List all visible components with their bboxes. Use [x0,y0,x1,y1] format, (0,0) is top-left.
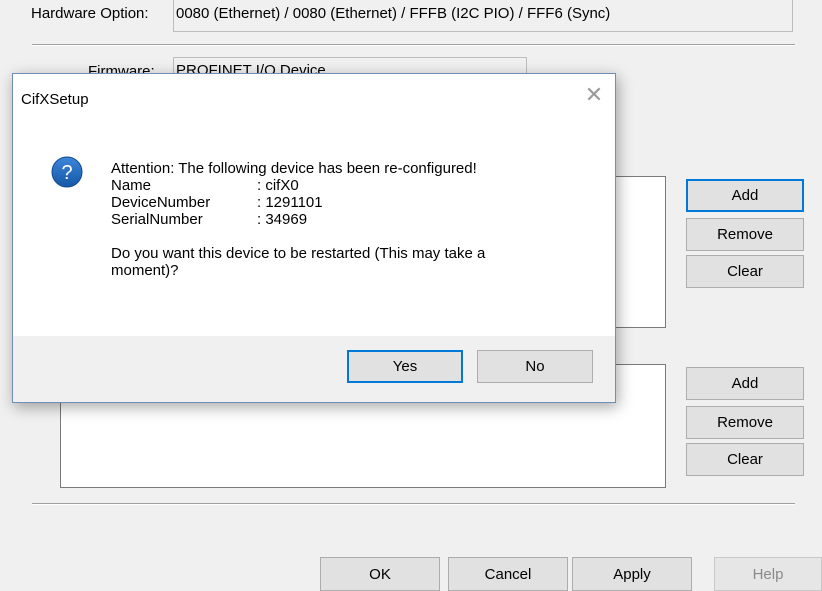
field-row-serialnumber: SerialNumber : 34969 [111,211,485,228]
field-value: : cifX0 [257,177,299,194]
hardware-option-label: Hardware Option: [31,5,149,22]
dialog-button-bar: Yes No [13,336,615,402]
field-row-name: Name : cifX0 [111,177,485,194]
message-dialog: CifXSetup ✕ ? Attention: The following d… [12,73,616,403]
field-key: SerialNumber [111,211,203,228]
hardware-option-field: 0080 (Ethernet) / 0080 (Ethernet) / FFFB… [173,0,793,32]
no-button[interactable]: No [477,350,593,383]
field-row-devicenumber: DeviceNumber : 1291101 [111,194,485,211]
field-value: : 34969 [257,211,308,228]
dialog-message: Attention: The following device has been… [111,160,485,279]
dialog-title: CifXSetup [21,91,89,108]
field-value: : 1291101 [257,194,323,211]
upper-remove-button[interactable]: Remove [686,218,804,251]
upper-add-button[interactable]: Add [686,179,804,212]
message-question-line2: moment)? [111,262,179,279]
ok-button[interactable]: OK [320,557,440,591]
cancel-button[interactable]: Cancel [448,557,568,591]
lower-remove-button[interactable]: Remove [686,406,804,439]
upper-clear-button[interactable]: Clear [686,255,804,288]
apply-button[interactable]: Apply [572,557,692,591]
lower-add-button[interactable]: Add [686,367,804,400]
lower-clear-button[interactable]: Clear [686,443,804,476]
yes-button[interactable]: Yes [347,350,463,383]
field-key: DeviceNumber [111,194,211,211]
help-button[interactable]: Help [714,557,822,591]
question-icon: ? [51,156,83,188]
separator-top [32,44,795,46]
message-question-line1: Do you want this device to be restarted … [111,245,486,262]
message-heading: Attention: The following device has been… [111,160,477,177]
separator-bottom [32,503,795,505]
close-icon[interactable]: ✕ [583,84,605,106]
field-key: Name [111,177,152,194]
question-glyph: ? [61,162,72,184]
